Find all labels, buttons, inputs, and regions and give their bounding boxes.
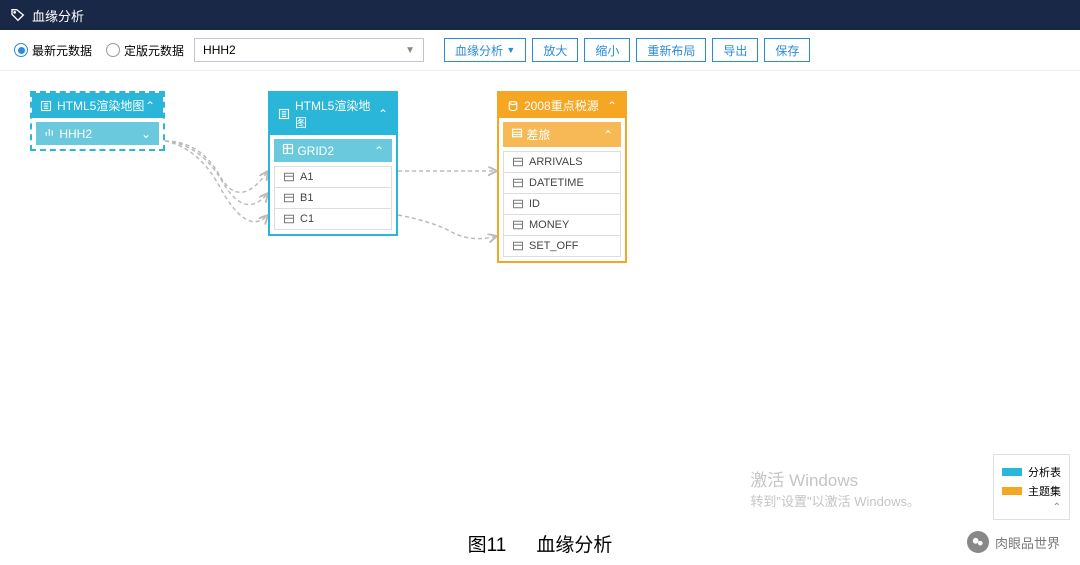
- windows-watermark: 激活 Windows 转到"设置"以激活 Windows。: [750, 466, 920, 510]
- chevron-down-icon: ▼: [405, 45, 415, 56]
- wechat-icon: [967, 531, 989, 553]
- db-icon: [507, 100, 519, 112]
- node-sub-label: 差旅: [526, 128, 550, 142]
- button-group: 血缘分析 ▼ 放大 缩小 重新布局 导出 保存: [444, 38, 810, 62]
- field-icon: [512, 240, 524, 252]
- radio-dot-icon: [106, 43, 120, 57]
- row-list: ARRIVALS DATETIME ID MONEY SET_OFF: [499, 151, 625, 261]
- zoom-out-button[interactable]: 缩小: [584, 38, 630, 62]
- chevron-up-icon: ⌃: [378, 107, 388, 121]
- caption-number: 图11: [468, 530, 507, 557]
- legend-label: 分析表: [1028, 464, 1061, 480]
- relayout-button[interactable]: 重新布局: [636, 38, 706, 62]
- swatch-orange: [1002, 487, 1022, 495]
- export-button[interactable]: 导出: [712, 38, 758, 62]
- chevron-up-icon: ⌃: [145, 99, 155, 113]
- chevron-up-icon: ⌃: [607, 99, 617, 113]
- watermark-title: 激活 Windows: [750, 466, 920, 491]
- node-title: HTML5渲染地图: [57, 97, 144, 114]
- legend-item: 主题集: [1002, 483, 1061, 499]
- node-sub-label: HHH2: [59, 127, 92, 141]
- row-list: A1 B1 C1: [270, 166, 396, 234]
- radio-group: 最新元数据 定版元数据: [14, 42, 184, 59]
- save-button[interactable]: 保存: [764, 38, 810, 62]
- node-sub-label: GRID2: [297, 144, 334, 158]
- table-row[interactable]: DATETIME: [503, 173, 621, 194]
- figure-caption: 图11 血缘分析: [468, 530, 613, 557]
- table-row[interactable]: MONEY: [503, 215, 621, 236]
- toolbar: 最新元数据 定版元数据 HHH2 ▼ 血缘分析 ▼ 放大 缩小 重新布局 导出 …: [0, 30, 1080, 71]
- node-title: 2008重点税源: [524, 97, 599, 114]
- field-icon: [283, 213, 295, 225]
- legend-label: 主题集: [1028, 483, 1061, 499]
- chevron-down-icon: ⌄: [141, 127, 151, 141]
- radio-latest-label: 最新元数据: [32, 42, 92, 59]
- dropdown-value: HHH2: [203, 43, 236, 57]
- zoom-in-button[interactable]: 放大: [532, 38, 578, 62]
- table-row[interactable]: C1: [274, 209, 392, 230]
- report-icon: [40, 100, 52, 112]
- node-header[interactable]: HTML5渲染地图 ⌃: [270, 93, 396, 135]
- node-sub[interactable]: 差旅 ⌃: [503, 122, 621, 147]
- node-sub[interactable]: HHH2 ⌄: [36, 122, 159, 145]
- header-title: 血缘分析: [32, 6, 84, 25]
- field-icon: [512, 177, 524, 189]
- table-row[interactable]: B1: [274, 188, 392, 209]
- swatch-cyan: [1002, 468, 1022, 476]
- node-sub[interactable]: GRID2 ⌃: [274, 139, 392, 162]
- wechat-name: 肉眼品世界: [995, 533, 1060, 552]
- field-icon: [512, 219, 524, 231]
- table-row[interactable]: SET_OFF: [503, 236, 621, 257]
- watermark-sub: 转到"设置"以激活 Windows。: [750, 491, 920, 510]
- table-row[interactable]: A1: [274, 166, 392, 188]
- app-header: 血缘分析: [0, 0, 1080, 30]
- grid-icon: [282, 143, 294, 155]
- field-icon: [283, 192, 295, 204]
- table-row[interactable]: ID: [503, 194, 621, 215]
- field-icon: [512, 156, 524, 168]
- legend-item: 分析表: [1002, 464, 1061, 480]
- node-header[interactable]: 2008重点税源 ⌃: [499, 93, 625, 118]
- field-icon: [283, 171, 295, 183]
- chart-icon: [44, 126, 56, 138]
- caption-text: 血缘分析: [536, 530, 612, 557]
- node-header[interactable]: HTML5渲染地图 ⌃: [32, 93, 163, 118]
- wechat-badge: 肉眼品世界: [967, 531, 1060, 553]
- radio-fixed[interactable]: 定版元数据: [106, 42, 184, 59]
- node-middle[interactable]: HTML5渲染地图 ⌃ GRID2 ⌃ A1 B1 C1: [268, 91, 398, 236]
- node-left[interactable]: HTML5渲染地图 ⌃ HHH2 ⌄: [30, 91, 165, 151]
- chevron-down-icon: ▼: [506, 45, 515, 55]
- analysis-button[interactable]: 血缘分析 ▼: [444, 38, 526, 62]
- chevron-up-icon: ⌃: [374, 144, 384, 158]
- chevron-up-icon[interactable]: ⌃: [1002, 502, 1061, 513]
- radio-fixed-label: 定版元数据: [124, 42, 184, 59]
- radio-latest[interactable]: 最新元数据: [14, 42, 92, 59]
- node-right[interactable]: 2008重点税源 ⌃ 差旅 ⌃ ARRIVALS DATETIME ID MON…: [497, 91, 627, 263]
- table-row[interactable]: ARRIVALS: [503, 151, 621, 173]
- legend-panel[interactable]: 分析表 主题集 ⌃: [993, 454, 1070, 520]
- node-title: HTML5渲染地图: [295, 97, 378, 131]
- report-icon: [278, 108, 290, 120]
- tag-icon: [10, 7, 26, 23]
- table-icon: [511, 127, 523, 139]
- radio-dot-icon: [14, 43, 28, 57]
- field-icon: [512, 198, 524, 210]
- entity-dropdown[interactable]: HHH2 ▼: [194, 38, 424, 62]
- chevron-up-icon: ⌃: [603, 128, 613, 142]
